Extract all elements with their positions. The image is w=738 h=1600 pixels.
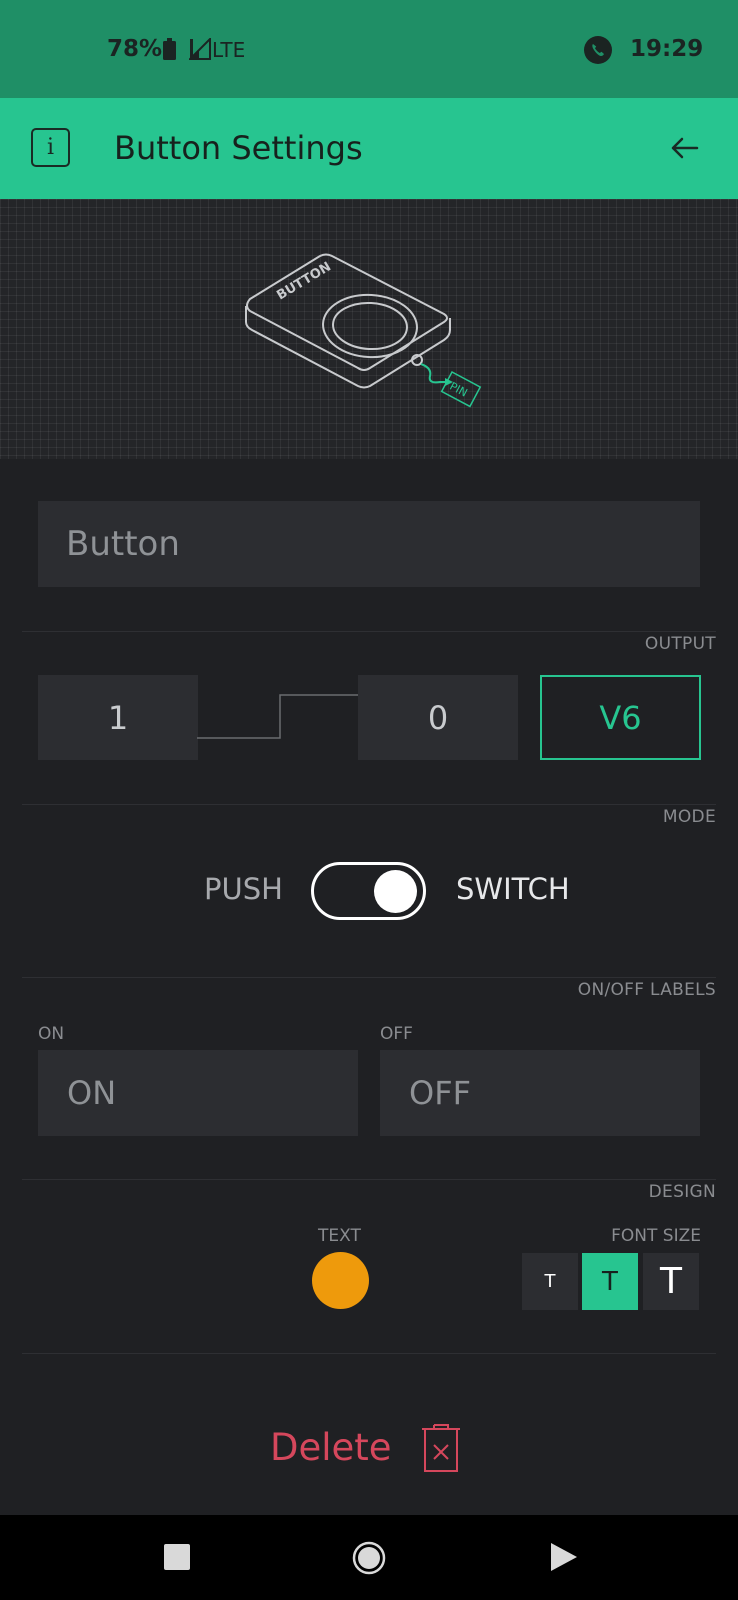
output-low-text: 0	[427, 698, 449, 737]
text-color-picker[interactable]	[312, 1252, 369, 1309]
output-wave-graphic	[197, 694, 359, 739]
font-size-small-button[interactable]: T	[522, 1253, 578, 1310]
font-size-medium-button[interactable]: T	[582, 1253, 638, 1310]
battery-icon	[163, 38, 176, 60]
output-low-value[interactable]: 0	[358, 675, 518, 760]
output-high-text: 1	[107, 698, 129, 737]
output-section-label: OUTPUT	[644, 634, 716, 654]
toggle-knob	[374, 870, 417, 913]
font-size-medium-text: T	[602, 1266, 618, 1297]
output-high-value[interactable]: 1	[38, 675, 198, 760]
off-label-input[interactable]	[380, 1050, 700, 1136]
status-bar: 78% LTE 19:29	[0, 0, 738, 98]
phone-call-icon	[584, 36, 612, 64]
trash-icon	[421, 1424, 460, 1472]
triangle-back-icon[interactable]	[550, 1542, 578, 1572]
button-settings-screen: 78% LTE 19:29 i Button Settings BUTTON P…	[0, 0, 738, 1600]
widget-name-input[interactable]	[38, 501, 700, 587]
clock-time: 19:29	[630, 36, 704, 62]
mode-switch-label[interactable]: SWITCH	[456, 872, 570, 906]
divider	[22, 977, 716, 978]
mode-push-label[interactable]: PUSH	[204, 872, 283, 906]
info-icon: i	[46, 135, 55, 160]
output-pin-selector[interactable]: V6	[540, 675, 701, 760]
circle-home-icon[interactable]	[352, 1541, 386, 1575]
widget-illustration: BUTTON PIN	[0, 199, 738, 459]
font-size-large-text: T	[660, 1261, 682, 1302]
design-section-label: DESIGN	[648, 1182, 716, 1202]
text-color-caption: TEXT	[318, 1226, 361, 1246]
network-type: LTE	[212, 38, 246, 62]
square-recents-icon[interactable]	[163, 1543, 191, 1571]
divider	[22, 1179, 716, 1180]
divider	[22, 804, 716, 805]
button-device-illustration: BUTTON PIN	[245, 253, 482, 408]
page-title: Button Settings	[114, 129, 363, 167]
off-label-caption: OFF	[380, 1024, 413, 1044]
delete-button[interactable]: Delete	[270, 1412, 462, 1482]
on-label-input[interactable]	[38, 1050, 358, 1136]
divider	[22, 631, 716, 632]
mode-section-label: MODE	[662, 807, 716, 827]
info-button[interactable]: i	[31, 128, 70, 167]
font-size-small-text: T	[544, 1271, 556, 1292]
font-size-caption: FONT SIZE	[611, 1226, 701, 1246]
app-bar: i Button Settings	[0, 98, 738, 199]
divider	[22, 1353, 716, 1354]
arrow-left-icon[interactable]	[667, 130, 703, 166]
system-nav-bar	[0, 1515, 738, 1600]
battery-percentage: 78%	[107, 36, 163, 62]
mode-toggle[interactable]	[311, 862, 426, 920]
on-label-caption: ON	[38, 1024, 65, 1044]
labels-section-label: ON/OFF LABELS	[577, 980, 716, 1000]
font-size-large-button[interactable]: T	[643, 1253, 699, 1310]
delete-label: Delete	[270, 1425, 392, 1469]
signal-icon	[189, 38, 211, 60]
output-pin-text: V6	[599, 698, 642, 737]
